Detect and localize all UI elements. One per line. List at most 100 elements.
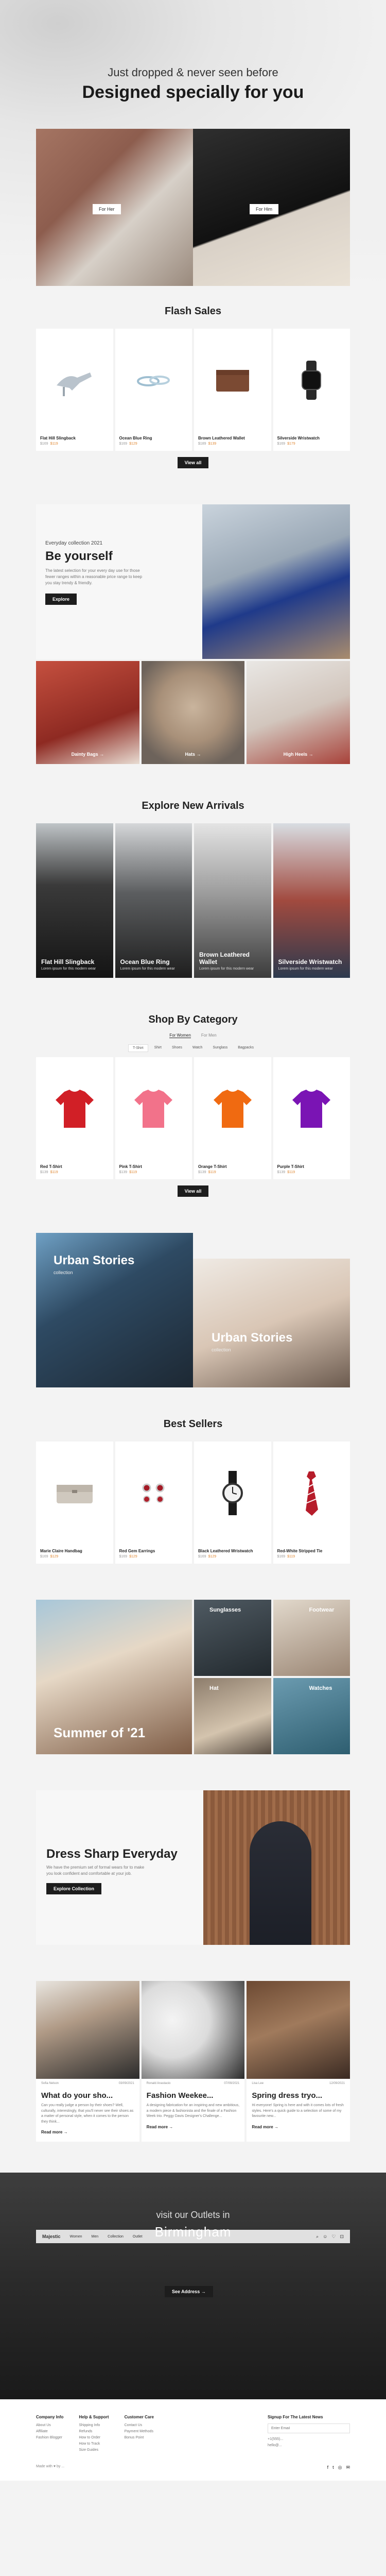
summer-section: Summer of '21 Sunglasses Footwear Hat Wa…	[36, 1600, 350, 1754]
urban-stories-right[interactable]: Urban Stories collection	[193, 1259, 350, 1387]
product-price: $169 $179	[277, 442, 295, 446]
tile-dainty-bags[interactable]: Dainty Bags →	[36, 661, 139, 764]
dress-sharp-description: We have the premium set of formal wears …	[46, 1865, 145, 1876]
blog-excerpt: Can you really judge a person by their s…	[41, 2104, 134, 2124]
blog-post[interactable]: Sofia Nelson 03/09/2021 What do your sho.…	[36, 1981, 139, 2142]
search-icon[interactable]: ⌕	[316, 2234, 319, 2240]
mini-hat[interactable]: Hat	[194, 1678, 271, 1754]
blog-post[interactable]: Lisa Lee 12/09/2021 Spring dress tryo... …	[247, 1981, 350, 2142]
for-him-banner[interactable]: For Him	[193, 129, 350, 286]
summer-banner[interactable]: Summer of '21	[36, 1600, 192, 1754]
mail-icon[interactable]: ✉	[346, 2465, 350, 2470]
flash-view-all-button[interactable]: View all	[177, 457, 209, 468]
newsletter-email-input[interactable]	[268, 2424, 350, 2433]
tile-high-heels[interactable]: High Heels →	[247, 661, 350, 764]
footer-help: Help & Support Shipping Info Refunds How…	[79, 2415, 109, 2452]
product-card[interactable]: Ocean Blue Ring $169 $129	[115, 329, 192, 451]
dress-sharp-text: Dress Sharp Everyday We have the premium…	[36, 1790, 203, 1945]
product-card[interactable]: Brown Leathered Wallet $189 $139	[194, 329, 271, 451]
chip-shirt[interactable]: Shirt	[150, 1044, 166, 1052]
brand-logo[interactable]: Majestic	[42, 2234, 61, 2239]
product-card[interactable]: Flat Hill Slingback $169 $119	[36, 329, 113, 451]
twitter-icon[interactable]: t	[332, 2465, 334, 2470]
product-card[interactable]: Orange T-Shirt $139 $119	[194, 1057, 271, 1179]
explore-collection-button[interactable]: Explore Collection	[46, 1883, 102, 1894]
chip-shoes[interactable]: Shoes	[168, 1044, 186, 1052]
product-card[interactable]: Silverside Wristwatch $169 $179	[273, 329, 350, 451]
instagram-icon[interactable]: ◎	[338, 2465, 342, 2470]
heart-icon[interactable]: ♡	[331, 2234, 336, 2240]
dress-sharp-title: Dress Sharp Everyday	[46, 1847, 178, 1861]
outlet-section: visit our Outlets in Birmingham Majestic…	[0, 2173, 386, 2399]
hero-title: Designed specially for you	[82, 82, 304, 102]
hero-images: For Her For Him	[36, 129, 350, 286]
for-her-banner[interactable]: For Her	[36, 129, 193, 286]
nav-collection[interactable]: Collection	[108, 2235, 124, 2239]
read-more-link[interactable]: Read more →	[36, 2125, 139, 2142]
hero-subtitle: Just dropped & never seen before	[108, 66, 278, 79]
blog-excerpt: Hi everyone! Spring is here and with it …	[252, 2104, 344, 2118]
for-him-button[interactable]: For Him	[250, 204, 278, 214]
facebook-icon[interactable]: f	[327, 2465, 329, 2470]
blog-image	[36, 1981, 139, 2079]
blog-title: Spring dress tryo...	[252, 2091, 323, 2100]
product-card[interactable]: Marie Claire Handbag $169 $129	[36, 1442, 113, 1564]
mini-watches[interactable]: Watches	[273, 1678, 350, 1754]
tab-for-women[interactable]: For Women	[169, 1033, 191, 1038]
category-view-all-button[interactable]: View all	[177, 1185, 209, 1197]
pink-tshirt-image	[115, 1057, 192, 1160]
wallet-image	[194, 329, 271, 432]
everyday-tiles: Dainty Bags → Hats → High Heels →	[36, 661, 350, 764]
blog-image	[247, 1981, 350, 2079]
chip-watch[interactable]: Watch	[188, 1044, 207, 1052]
arrival-card[interactable]: Brown Leathered Wallet Lorem ipsum for t…	[194, 823, 271, 978]
everyday-title: Be yourself	[45, 549, 113, 563]
arrivals-grid: Flat Hill Slingback Lorem ipsum for this…	[36, 823, 350, 978]
chip-tshirt[interactable]: T-Shirt	[128, 1044, 148, 1052]
heels-image	[36, 329, 113, 432]
arrival-card[interactable]: Ocean Blue Ring Lorem ipsum for this mod…	[115, 823, 192, 978]
product-card[interactable]: Pink T-Shirt $139 $119	[115, 1057, 192, 1179]
tile-hats[interactable]: Hats →	[141, 661, 245, 764]
product-card[interactable]: Red-White Stripped Tie $169 $119	[273, 1442, 350, 1564]
see-address-button[interactable]: See Address →	[165, 2286, 213, 2297]
for-her-button[interactable]: For Her	[93, 204, 121, 214]
product-card[interactable]: Red Gem Earrings $169 $129	[115, 1442, 192, 1564]
chip-bagpacks[interactable]: Bagpacks	[234, 1044, 258, 1052]
ring-image	[115, 329, 192, 432]
red-tshirt-image	[36, 1057, 113, 1160]
mini-footwear[interactable]: Footwear	[273, 1600, 350, 1676]
read-more-link[interactable]: Read more →	[247, 2120, 350, 2137]
read-more-link[interactable]: Read more →	[142, 2120, 245, 2137]
blog-meta: Lisa Lee 12/09/2021	[252, 2082, 345, 2085]
bestseller-products: Marie Claire Handbag $169 $129 Red Gem Ea…	[36, 1442, 350, 1564]
arrival-card[interactable]: Flat Hill Slingback Lorem ipsum for this…	[36, 823, 113, 978]
mini-sunglasses[interactable]: Sunglasses	[194, 1600, 271, 1676]
product-card[interactable]: Red T-Shirt $139 $119	[36, 1057, 113, 1179]
tab-for-men[interactable]: For Men	[201, 1033, 217, 1038]
user-icon[interactable]: ☺	[323, 2234, 327, 2240]
category-tabs: For Women For Men	[36, 1033, 350, 1038]
arrivals-title: Explore New Arrivals	[142, 800, 244, 811]
product-name: Silverside Wristwatch	[277, 436, 320, 440]
urban-stories-left[interactable]: Urban Stories collection	[36, 1233, 193, 1387]
product-card[interactable]: Purple T-Shirt $139 $119	[273, 1057, 350, 1179]
blog-meta: Ronald Anastacio 07/09/2021	[146, 2082, 240, 2085]
earrings-image	[115, 1442, 192, 1545]
everyday-photo	[202, 504, 350, 659]
chip-sunglass[interactable]: Sunglass	[208, 1044, 232, 1052]
everyday-explore-button[interactable]: Explore	[45, 594, 77, 605]
product-price: $189 $139	[198, 442, 217, 446]
everyday-collection: Everyday collection 2021 Be yourself The…	[36, 504, 350, 659]
arrival-card[interactable]: Silverside Wristwatch Lorem ipsum for th…	[273, 823, 350, 978]
made-with-text: Made with ♥ by ...	[36, 2465, 65, 2468]
cart-icon[interactable]: ⊡	[340, 2234, 344, 2240]
blog-title: Fashion Weekee...	[146, 2091, 214, 2100]
bestsellers-title: Best Sellers	[163, 1418, 223, 1430]
product-card[interactable]: Black Leathered Wristwatch $169 $129	[194, 1442, 271, 1564]
nav-women[interactable]: Women	[70, 2235, 82, 2239]
blog-post[interactable]: Ronald Anastacio 07/09/2021 Fashion Weeke…	[141, 1981, 245, 2142]
summer-title: Summer of '21	[54, 1725, 146, 1740]
nav-outlet[interactable]: Outlet	[133, 2235, 143, 2239]
nav-men[interactable]: Men	[92, 2235, 99, 2239]
